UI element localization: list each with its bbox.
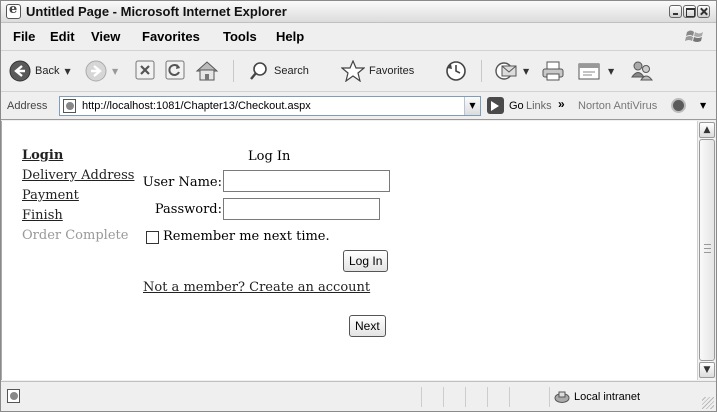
toolbar: Back ▼ ▼ Search Favorites ▼ ▼ (1, 52, 716, 92)
mail-button[interactable]: ▼ (481, 60, 529, 82)
norton-shield-icon[interactable] (671, 98, 686, 113)
menu-bar: File Edit View Favorites Tools Help (1, 24, 716, 51)
close-icon[interactable] (697, 5, 710, 18)
username-input[interactable] (223, 170, 390, 192)
refresh-icon (165, 60, 185, 80)
wizard-sidebar: Login Delivery Address Payment Finish Or… (22, 146, 134, 246)
chevron-down-icon[interactable]: ▼ (64, 67, 70, 76)
sidebar-item-login[interactable]: Login (22, 146, 134, 166)
favorites-button[interactable]: Favorites (341, 60, 414, 82)
next-button[interactable]: Next (349, 315, 386, 337)
messenger-icon (631, 61, 654, 81)
menu-file[interactable]: File (13, 29, 35, 44)
back-button[interactable]: Back ▼ (9, 60, 71, 82)
search-button[interactable]: Search (233, 60, 309, 82)
address-bar: Address http://localhost:1081/Chapter13/… (1, 93, 716, 120)
create-account-link[interactable]: Not a member? Create an account (143, 280, 370, 295)
password-label: Password: (154, 202, 222, 217)
menu-view[interactable]: View (91, 29, 120, 44)
sidebar-item-delivery-address[interactable]: Delivery Address (22, 166, 134, 186)
go-arrow-icon (487, 97, 504, 114)
remember-me-checkbox[interactable] (146, 231, 159, 244)
scroll-up-icon[interactable]: ▲ (699, 122, 715, 138)
scrollbar-thumb[interactable] (699, 139, 715, 361)
status-panel (465, 387, 487, 407)
sidebar-item-order-complete: Order Complete (22, 228, 129, 243)
star-icon (341, 60, 365, 82)
history-icon (446, 61, 466, 81)
search-label: Search (274, 65, 309, 77)
address-url: http://localhost:1081/Chapter13/Checkout… (82, 100, 311, 112)
status-panel (487, 387, 509, 407)
ie-logo-icon (6, 2, 21, 19)
windows-flag-icon (685, 30, 703, 42)
messenger-button[interactable] (629, 60, 655, 82)
chevron-down-icon[interactable]: ▼ (700, 101, 706, 110)
resize-grip-icon[interactable] (702, 397, 714, 409)
minimize-icon[interactable] (669, 5, 682, 18)
refresh-button[interactable] (165, 60, 185, 80)
edit-button[interactable]: ▼ (577, 60, 614, 82)
window-title: Untitled Page - Microsoft Internet Explo… (26, 4, 287, 19)
ie-page-icon (7, 389, 20, 403)
status-panel (443, 387, 465, 407)
links-chevron-icon[interactable]: » (558, 97, 565, 111)
login-title: Log In (248, 149, 291, 164)
menu-tools[interactable]: Tools (223, 29, 257, 44)
norton-antivirus-label[interactable]: Norton AntiVirus (578, 100, 657, 112)
chevron-down-icon[interactable]: ▼ (608, 67, 614, 76)
home-icon (195, 61, 219, 81)
page-content: Login Delivery Address Payment Finish Or… (1, 121, 698, 380)
scroll-down-icon[interactable]: ▼ (699, 362, 715, 378)
chevron-down-icon[interactable]: ▼ (523, 67, 529, 76)
favorites-label: Favorites (369, 65, 415, 77)
password-input[interactable] (223, 198, 380, 220)
chevron-down-icon[interactable]: ▼ (112, 67, 118, 76)
zone-label: Local intranet (574, 391, 641, 403)
mail-icon (495, 62, 517, 80)
status-panel (509, 387, 531, 407)
grip-icon (704, 244, 711, 253)
vertical-scrollbar[interactable]: ▲ ▼ (697, 121, 715, 380)
sidebar-item-payment[interactable]: Payment (22, 186, 134, 206)
remember-me-label: Remember me next time. (163, 229, 330, 244)
login-button[interactable]: Log In (343, 250, 389, 272)
search-icon (250, 62, 267, 80)
address-label: Address (7, 100, 48, 112)
menu-help[interactable]: Help (276, 29, 304, 44)
edit-page-icon (578, 63, 600, 80)
title-bar[interactable]: Untitled Page - Microsoft Internet Explo… (1, 1, 716, 23)
forward-arrow-icon (85, 60, 107, 82)
window-controls (669, 5, 710, 18)
links-button[interactable]: Links (526, 100, 552, 112)
printer-icon (542, 61, 564, 81)
username-label: User Name: (142, 175, 222, 190)
forward-button[interactable]: ▼ (85, 60, 118, 82)
home-button[interactable] (195, 60, 219, 82)
go-button[interactable]: Go (487, 97, 524, 114)
menu-favorites[interactable]: Favorites (142, 29, 200, 44)
status-panels (421, 387, 531, 407)
back-label: Back (35, 65, 60, 77)
ie-page-icon (63, 99, 76, 113)
back-arrow-icon (9, 60, 31, 82)
security-zone[interactable]: Local intranet (549, 387, 699, 407)
history-button[interactable] (445, 60, 467, 82)
sidebar-item-finish[interactable]: Finish (22, 206, 134, 226)
chevron-down-icon[interactable]: ▼ (464, 97, 480, 115)
status-bar: Local intranet (1, 381, 716, 411)
intranet-icon (554, 391, 570, 403)
go-label: Go (509, 99, 524, 112)
maximize-icon[interactable] (683, 5, 696, 18)
menu-edit[interactable]: Edit (50, 29, 75, 44)
stop-button[interactable] (135, 60, 155, 80)
address-input[interactable]: http://localhost:1081/Chapter13/Checkout… (59, 96, 481, 116)
status-panel (421, 387, 443, 407)
stop-icon (135, 60, 155, 80)
print-button[interactable] (541, 60, 565, 82)
browser-window: Untitled Page - Microsoft Internet Explo… (0, 0, 717, 412)
